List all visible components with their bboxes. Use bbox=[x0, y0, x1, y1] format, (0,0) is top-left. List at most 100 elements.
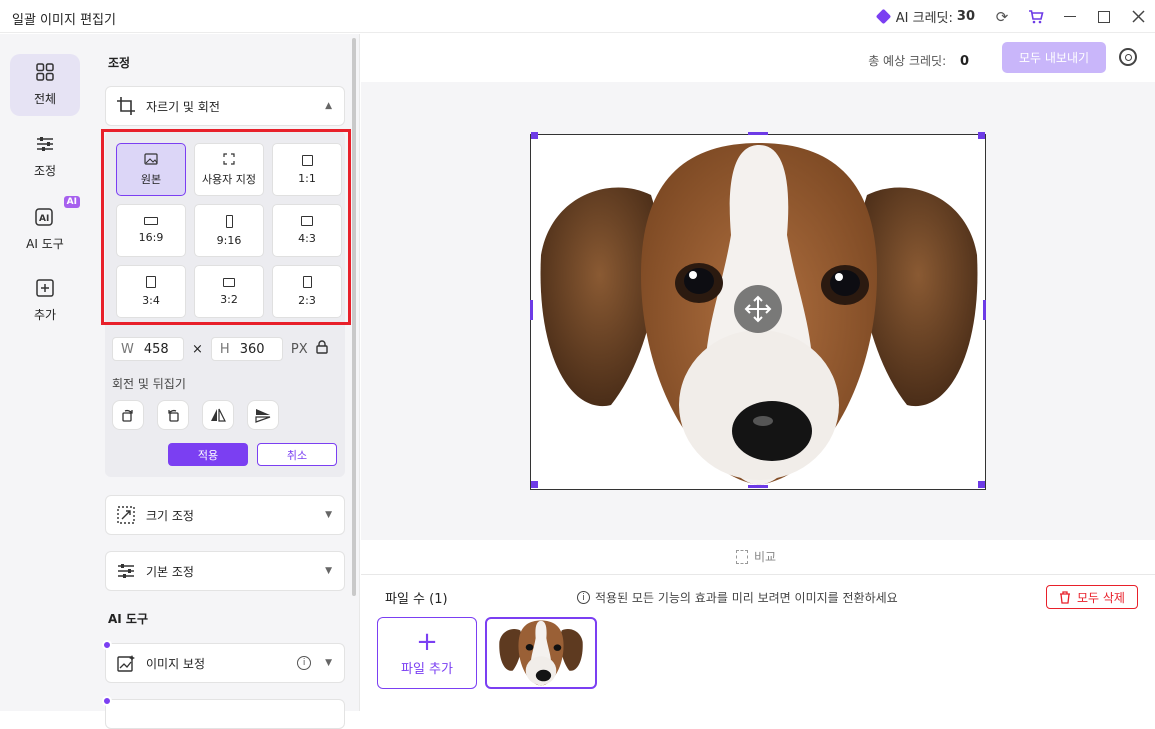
file-count: 파일 수 (1) bbox=[385, 592, 448, 607]
lock-icon[interactable] bbox=[315, 340, 328, 358]
crop-edge-handle[interactable] bbox=[983, 300, 986, 320]
info-icon: i bbox=[577, 591, 590, 604]
image-enhance-label: 이미지 보정 bbox=[146, 656, 206, 671]
crop-edge-handle[interactable] bbox=[748, 485, 768, 488]
plus-box-icon bbox=[36, 279, 54, 302]
crop-rotate-header[interactable]: 자르기 및 회전 ▲ bbox=[105, 86, 345, 126]
chevron-down-icon: ▼ bbox=[325, 658, 332, 668]
title-bar: 일괄 이미지 편집기 AI 크레딧: 30 ⟳ bbox=[0, 0, 1155, 33]
compare-toggle[interactable]: 비교 bbox=[736, 548, 776, 565]
resize-icon bbox=[116, 505, 136, 525]
nav-label: 전체 bbox=[33, 92, 57, 106]
settings-icon[interactable] bbox=[1119, 48, 1137, 66]
maximize-icon[interactable] bbox=[1087, 0, 1121, 33]
rotate-flip-label: 회전 및 뒤집기 bbox=[112, 377, 186, 391]
basic-adjust-header[interactable]: 기본 조정 ▼ bbox=[105, 551, 345, 591]
crop-edge-handle[interactable] bbox=[748, 132, 768, 135]
ai-credit-label: AI 크레딧: bbox=[895, 11, 953, 26]
rotate-right-icon[interactable] bbox=[112, 400, 144, 430]
ai-credit: AI 크레딧: 30 bbox=[875, 7, 975, 26]
refresh-icon[interactable]: ⟳ bbox=[985, 0, 1019, 33]
move-icon[interactable] bbox=[734, 285, 782, 333]
crop-icon bbox=[116, 96, 136, 116]
add-file-button[interactable]: + 파일 추가 bbox=[377, 617, 477, 689]
nav-label: AI 도구 bbox=[26, 237, 64, 251]
compare-label: 비교 bbox=[754, 550, 777, 564]
section-title-adjust: 조정 bbox=[108, 56, 131, 70]
main-topbar: 총 예상 크레딧: 0 모두 내보내기 bbox=[361, 34, 1155, 82]
chevron-down-icon: ▼ bbox=[325, 566, 332, 576]
premium-badge-icon bbox=[102, 696, 112, 706]
nav-item-add[interactable]: 추가 bbox=[10, 270, 80, 332]
times-sign: × bbox=[192, 341, 203, 357]
sliders-icon bbox=[36, 135, 54, 158]
add-file-label: 파일 추가 bbox=[401, 661, 453, 677]
flip-horizontal-icon[interactable] bbox=[202, 400, 234, 430]
hint-text: 적용된 모든 기능의 효과를 미리 보려면 이미지를 전환하세요 bbox=[595, 591, 898, 605]
dimension-fields: W 458 × H 360 PX bbox=[112, 337, 328, 361]
enhance-icon bbox=[116, 653, 136, 673]
nav-label: 추가 bbox=[33, 308, 57, 322]
crop-handle[interactable] bbox=[978, 481, 985, 488]
delete-all-button[interactable]: 모두 삭제 bbox=[1046, 585, 1138, 609]
width-field[interactable]: W 458 bbox=[112, 337, 184, 361]
rotate-flip-buttons bbox=[112, 400, 279, 430]
flip-vertical-icon[interactable] bbox=[247, 400, 279, 430]
crop-rotate-label: 자르기 및 회전 bbox=[146, 99, 220, 114]
chevron-down-icon: ▼ bbox=[325, 510, 332, 520]
unit-label: PX bbox=[290, 341, 308, 357]
file-strip: 파일 수 (1) i 적용된 모든 기능의 효과를 미리 보려면 이미지를 전환… bbox=[361, 575, 1155, 711]
crop-handle[interactable] bbox=[978, 132, 985, 139]
app-title: 일괄 이미지 편집기 bbox=[12, 13, 116, 28]
nav-item-ai-tools[interactable]: AI AI AI 도구 bbox=[10, 196, 80, 260]
section-title-ai: AI 도구 bbox=[108, 612, 149, 626]
delete-all-label: 모두 삭제 bbox=[1077, 590, 1125, 605]
apply-button[interactable]: 적용 bbox=[168, 443, 248, 466]
total-credit-value: 0 bbox=[959, 54, 969, 69]
premium-badge-icon bbox=[102, 640, 112, 650]
ai-badge: AI bbox=[63, 196, 80, 208]
nav-item-all[interactable]: 전체 bbox=[10, 54, 80, 116]
sliders-icon bbox=[116, 561, 136, 581]
image-enhance-header[interactable]: 이미지 보정 i ▼ bbox=[102, 640, 345, 683]
resize-header[interactable]: 크기 조정 ▼ bbox=[105, 495, 345, 535]
highlight-box bbox=[101, 129, 351, 325]
svg-text:AI: AI bbox=[39, 214, 49, 224]
credit-diamond-icon bbox=[875, 8, 892, 25]
preview-hint: i 적용된 모든 기능의 효과를 미리 보려면 이미지를 전환하세요 bbox=[577, 589, 898, 606]
nav-label: 조정 bbox=[33, 164, 57, 178]
export-all-button[interactable]: 모두 내보내기 bbox=[1002, 42, 1106, 73]
crop-handle[interactable] bbox=[531, 481, 538, 488]
next-ai-tool-header[interactable] bbox=[102, 696, 345, 729]
cancel-button[interactable]: 취소 bbox=[257, 443, 337, 466]
basic-adjust-label: 기본 조정 bbox=[146, 564, 194, 579]
plus-icon: + bbox=[416, 626, 438, 657]
resize-label: 크기 조정 bbox=[146, 508, 194, 523]
file-thumbnail[interactable] bbox=[485, 617, 597, 689]
main-area: 총 예상 크레딧: 0 모두 내보내기 비교 파일 수 (1) i 적용된 모든… bbox=[361, 34, 1155, 711]
width-label: W bbox=[121, 341, 134, 357]
info-icon[interactable]: i bbox=[297, 656, 312, 670]
title-bar-controls: AI 크레딧: 30 ⟳ bbox=[875, 0, 1155, 33]
trash-icon bbox=[1060, 590, 1070, 604]
crop-handle[interactable] bbox=[531, 132, 538, 139]
close-icon[interactable] bbox=[1121, 0, 1155, 33]
dog-thumbnail-image bbox=[499, 620, 583, 686]
grid-icon bbox=[36, 63, 54, 86]
crop-edge-handle[interactable] bbox=[530, 300, 533, 320]
nav-item-adjust[interactable]: 조정 bbox=[10, 126, 80, 188]
chevron-up-icon: ▲ bbox=[325, 101, 332, 111]
width-value: 458 bbox=[143, 341, 169, 357]
cart-icon[interactable] bbox=[1019, 0, 1053, 33]
compare-icon bbox=[736, 549, 748, 564]
height-value: 360 bbox=[239, 341, 265, 357]
total-credit: 총 예상 크레딧: 0 bbox=[868, 52, 969, 69]
panel-scrollbar[interactable] bbox=[352, 38, 356, 596]
total-credit-label: 총 예상 크레딧: bbox=[868, 54, 947, 68]
height-field[interactable]: H 360 bbox=[210, 337, 283, 361]
side-nav: 전체 조정 AI AI AI 도구 추가 bbox=[0, 34, 90, 711]
ai-tool-icon: AI bbox=[35, 206, 55, 231]
rotate-left-icon[interactable] bbox=[157, 400, 189, 430]
preview-canvas bbox=[361, 82, 1155, 540]
minimize-icon[interactable] bbox=[1053, 0, 1087, 33]
